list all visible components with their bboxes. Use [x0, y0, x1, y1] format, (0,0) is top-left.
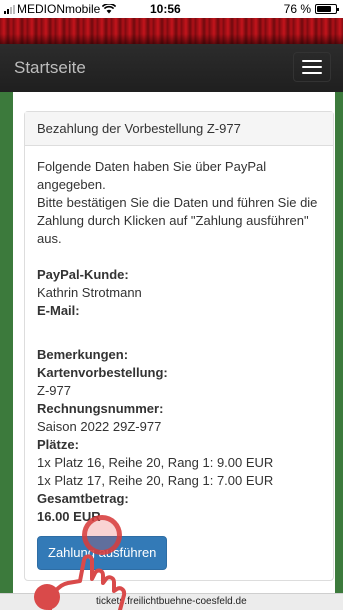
intro-line: Folgende Daten haben Sie über PayPal ang… [37, 159, 267, 192]
status-right: 76 % [283, 2, 339, 16]
status-left: MEDIONmobile [4, 2, 117, 16]
wifi-icon [102, 4, 117, 14]
navbar: Startseite [0, 44, 343, 92]
intro-line: Bitte bestätigen Sie die Daten und führe… [37, 195, 318, 246]
battery-percent: 76 % [283, 2, 311, 16]
panel-title: Bezahlung der Vorbestellung Z-977 [25, 112, 333, 146]
total-label: Gesamtbetrag: [37, 491, 129, 506]
menu-toggle-button[interactable] [293, 52, 331, 82]
seat-line: 1x Platz 16, Reihe 20, Rang 1: 9.00 EUR [37, 455, 274, 470]
pointing-hand-icon [48, 554, 127, 610]
status-bar: MEDIONmobile 10:56 76 % [0, 0, 343, 18]
paypal-customer-value: Kathrin Strotmann [37, 285, 142, 300]
hamburger-bar-icon [302, 72, 322, 74]
invoice-value: Saison 2022 29Z-977 [37, 419, 162, 434]
order-label: Kartenvorbestellung: [37, 365, 168, 380]
seats-label: Plätze: [37, 437, 79, 452]
hamburger-bar-icon [302, 60, 322, 62]
panel-body: Folgende Daten haben Sie über PayPal ang… [25, 146, 333, 582]
curtain-banner [0, 18, 343, 44]
seat-line: 1x Platz 17, Reihe 20, Rang 1: 7.00 EUR [37, 473, 274, 488]
paypal-customer-label: PayPal-Kunde: [37, 267, 129, 282]
hamburger-bar-icon [302, 66, 322, 68]
signal-strength-icon [4, 4, 15, 14]
navbar-brand-link[interactable]: Startseite [14, 58, 86, 78]
invoice-label: Rechnungsnummer: [37, 401, 164, 416]
order-value: Z-977 [37, 383, 71, 398]
carrier-name: MEDIONmobile [17, 2, 101, 16]
battery-icon [315, 4, 339, 14]
battery-fill [317, 6, 331, 12]
email-label: E-Mail: [37, 303, 80, 318]
intro-text: Folgende Daten haben Sie über PayPal ang… [37, 158, 321, 248]
payment-panel: Bezahlung der Vorbestellung Z-977 Folgen… [24, 111, 334, 581]
remarks-label: Bemerkungen: [37, 347, 129, 362]
clock: 10:56 [150, 2, 181, 16]
total-value: 16.00 EUR [37, 509, 101, 524]
